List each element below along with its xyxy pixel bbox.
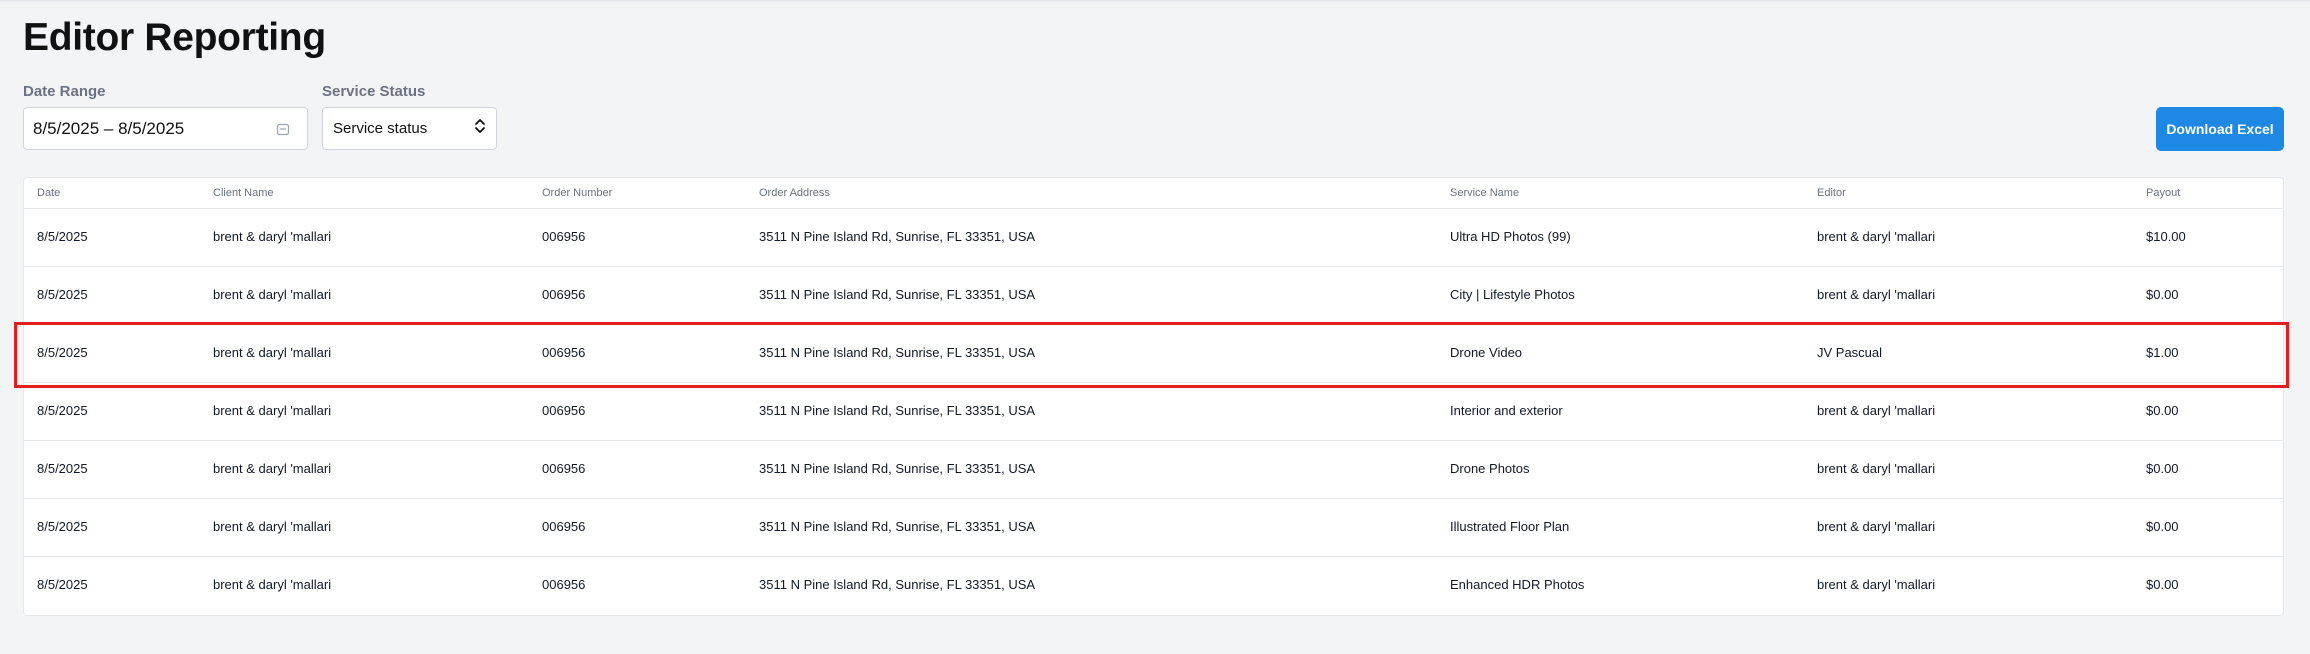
column-header-editor[interactable]: Editor [1817, 187, 1846, 199]
editor-cell: brent & daryl 'mallari [1817, 519, 1936, 534]
column-header-order-address[interactable]: Order Address [759, 187, 830, 199]
column-header-service-name[interactable]: Service Name [1450, 187, 1519, 199]
date-cell: 8/5/2025 [37, 229, 88, 244]
service-name-cell: Interior and exterior [1450, 403, 1563, 418]
order-number-cell: 006956 [542, 287, 586, 302]
date-range-value: 8/5/2025 – 8/5/2025 [33, 118, 185, 138]
payout-cell: $0.00 [2146, 403, 2179, 418]
payout-cell: $0.00 [2146, 287, 2179, 302]
column-header-date[interactable]: Date [37, 187, 60, 199]
service-name-cell: Enhanced HDR Photos [1450, 577, 1585, 592]
date-cell: 8/5/2025 [37, 519, 88, 534]
editor-cell: brent & daryl 'mallari [1817, 287, 1936, 302]
service-name-cell: Ultra HD Photos (99) [1450, 229, 1571, 244]
column-header-order-number[interactable]: Order Number [542, 187, 612, 199]
client-name-cell: brent & daryl 'mallari [213, 345, 332, 360]
table-row[interactable]: 8/5/2025 brent & daryl 'mallari 006956 3511… [24, 557, 2283, 615]
editor-cell: brent & daryl 'mallari [1817, 577, 1936, 592]
editor-cell: brent & daryl 'mallari [1817, 461, 1936, 476]
date-cell: 8/5/2025 [37, 287, 88, 302]
payout-cell: $0.00 [2146, 577, 2179, 592]
top-bar-shadow [0, 0, 2310, 3]
client-name-cell: brent & daryl 'mallari [213, 461, 332, 476]
order-address-cell: 3511 N Pine Island Rd, Sunrise, FL 33351… [759, 403, 1036, 418]
order-address-cell: 3511 N Pine Island Rd, Sunrise, FL 33351… [759, 577, 1036, 592]
order-number-cell: 006956 [542, 519, 586, 534]
order-address-cell: 3511 N Pine Island Rd, Sunrise, FL 33351… [759, 229, 1036, 244]
order-number-cell: 006956 [542, 345, 586, 360]
order-number-cell: 006956 [542, 229, 586, 244]
client-name-cell: brent & daryl 'mallari [213, 287, 332, 302]
order-address-cell: 3511 N Pine Island Rd, Sunrise, FL 33351… [759, 519, 1036, 534]
editor-cell: JV Pascual [1817, 345, 1883, 360]
client-name-cell: brent & daryl 'mallari [213, 519, 332, 534]
table-row[interactable]: 8/5/2025 brent & daryl 'mallari 006956 3511… [24, 267, 2283, 325]
client-name-cell: brent & daryl 'mallari [213, 229, 332, 244]
editor-cell: brent & daryl 'mallari [1817, 229, 1936, 244]
order-number-cell: 006956 [542, 461, 586, 476]
page-title: Editor Reporting [23, 16, 326, 59]
download-excel-button[interactable]: Download Excel [2156, 107, 2284, 151]
client-name-cell: brent & daryl 'mallari [213, 403, 332, 418]
table-row[interactable]: 8/5/2025 brent & daryl 'mallari 006956 3511… [24, 499, 2283, 557]
service-name-cell: Illustrated Floor Plan [1450, 519, 1570, 534]
payout-cell: $1.00 [2146, 345, 2179, 360]
order-address-cell: 3511 N Pine Island Rd, Sunrise, FL 33351… [759, 461, 1036, 476]
editor-cell: brent & daryl 'mallari [1817, 403, 1936, 418]
column-header-client-name[interactable]: Client Name [213, 187, 274, 199]
column-header-payout[interactable]: Payout [2146, 187, 2180, 199]
date-cell: 8/5/2025 [37, 403, 88, 418]
report-table: Date Client Name Order Number Order Addr… [23, 177, 2284, 616]
date-cell: 8/5/2025 [37, 461, 88, 476]
service-status-label: Service Status [322, 83, 426, 100]
order-address-cell: 3511 N Pine Island Rd, Sunrise, FL 33351… [759, 345, 1036, 360]
date-range-label: Date Range [23, 83, 106, 100]
client-name-cell: brent & daryl 'mallari [213, 577, 332, 592]
up-down-chevron-icon [474, 118, 486, 139]
date-range-input[interactable]: 8/5/2025 – 8/5/2025 [23, 107, 308, 150]
order-number-cell: 006956 [542, 577, 586, 592]
calendar-icon[interactable] [267, 113, 299, 145]
table-row[interactable]: 8/5/2025 brent & daryl 'mallari 006956 3511… [24, 325, 2283, 383]
order-address-cell: 3511 N Pine Island Rd, Sunrise, FL 33351… [759, 287, 1036, 302]
table-row[interactable]: 8/5/2025 brent & daryl 'mallari 006956 3511… [24, 383, 2283, 441]
service-status-select[interactable]: Service status [322, 107, 497, 150]
order-number-cell: 006956 [542, 403, 586, 418]
table-row[interactable]: 8/5/2025 brent & daryl 'mallari 006956 3511… [24, 441, 2283, 499]
table-header: Date Client Name Order Number Order Addr… [24, 178, 2283, 209]
service-name-cell: Drone Video [1450, 345, 1523, 360]
payout-cell: $0.00 [2146, 461, 2179, 476]
service-status-value: Service status [333, 120, 428, 137]
service-name-cell: City | Lifestyle Photos [1450, 287, 1575, 302]
payout-cell: $10.00 [2146, 229, 2186, 244]
table-body: 8/5/2025 brent & daryl 'mallari 006956 3511… [24, 209, 2283, 615]
payout-cell: $0.00 [2146, 519, 2179, 534]
service-name-cell: Drone Photos [1450, 461, 1530, 476]
date-cell: 8/5/2025 [37, 345, 88, 360]
table-row[interactable]: 8/5/2025 brent & daryl 'mallari 006956 3511… [24, 209, 2283, 267]
date-cell: 8/5/2025 [37, 577, 88, 592]
